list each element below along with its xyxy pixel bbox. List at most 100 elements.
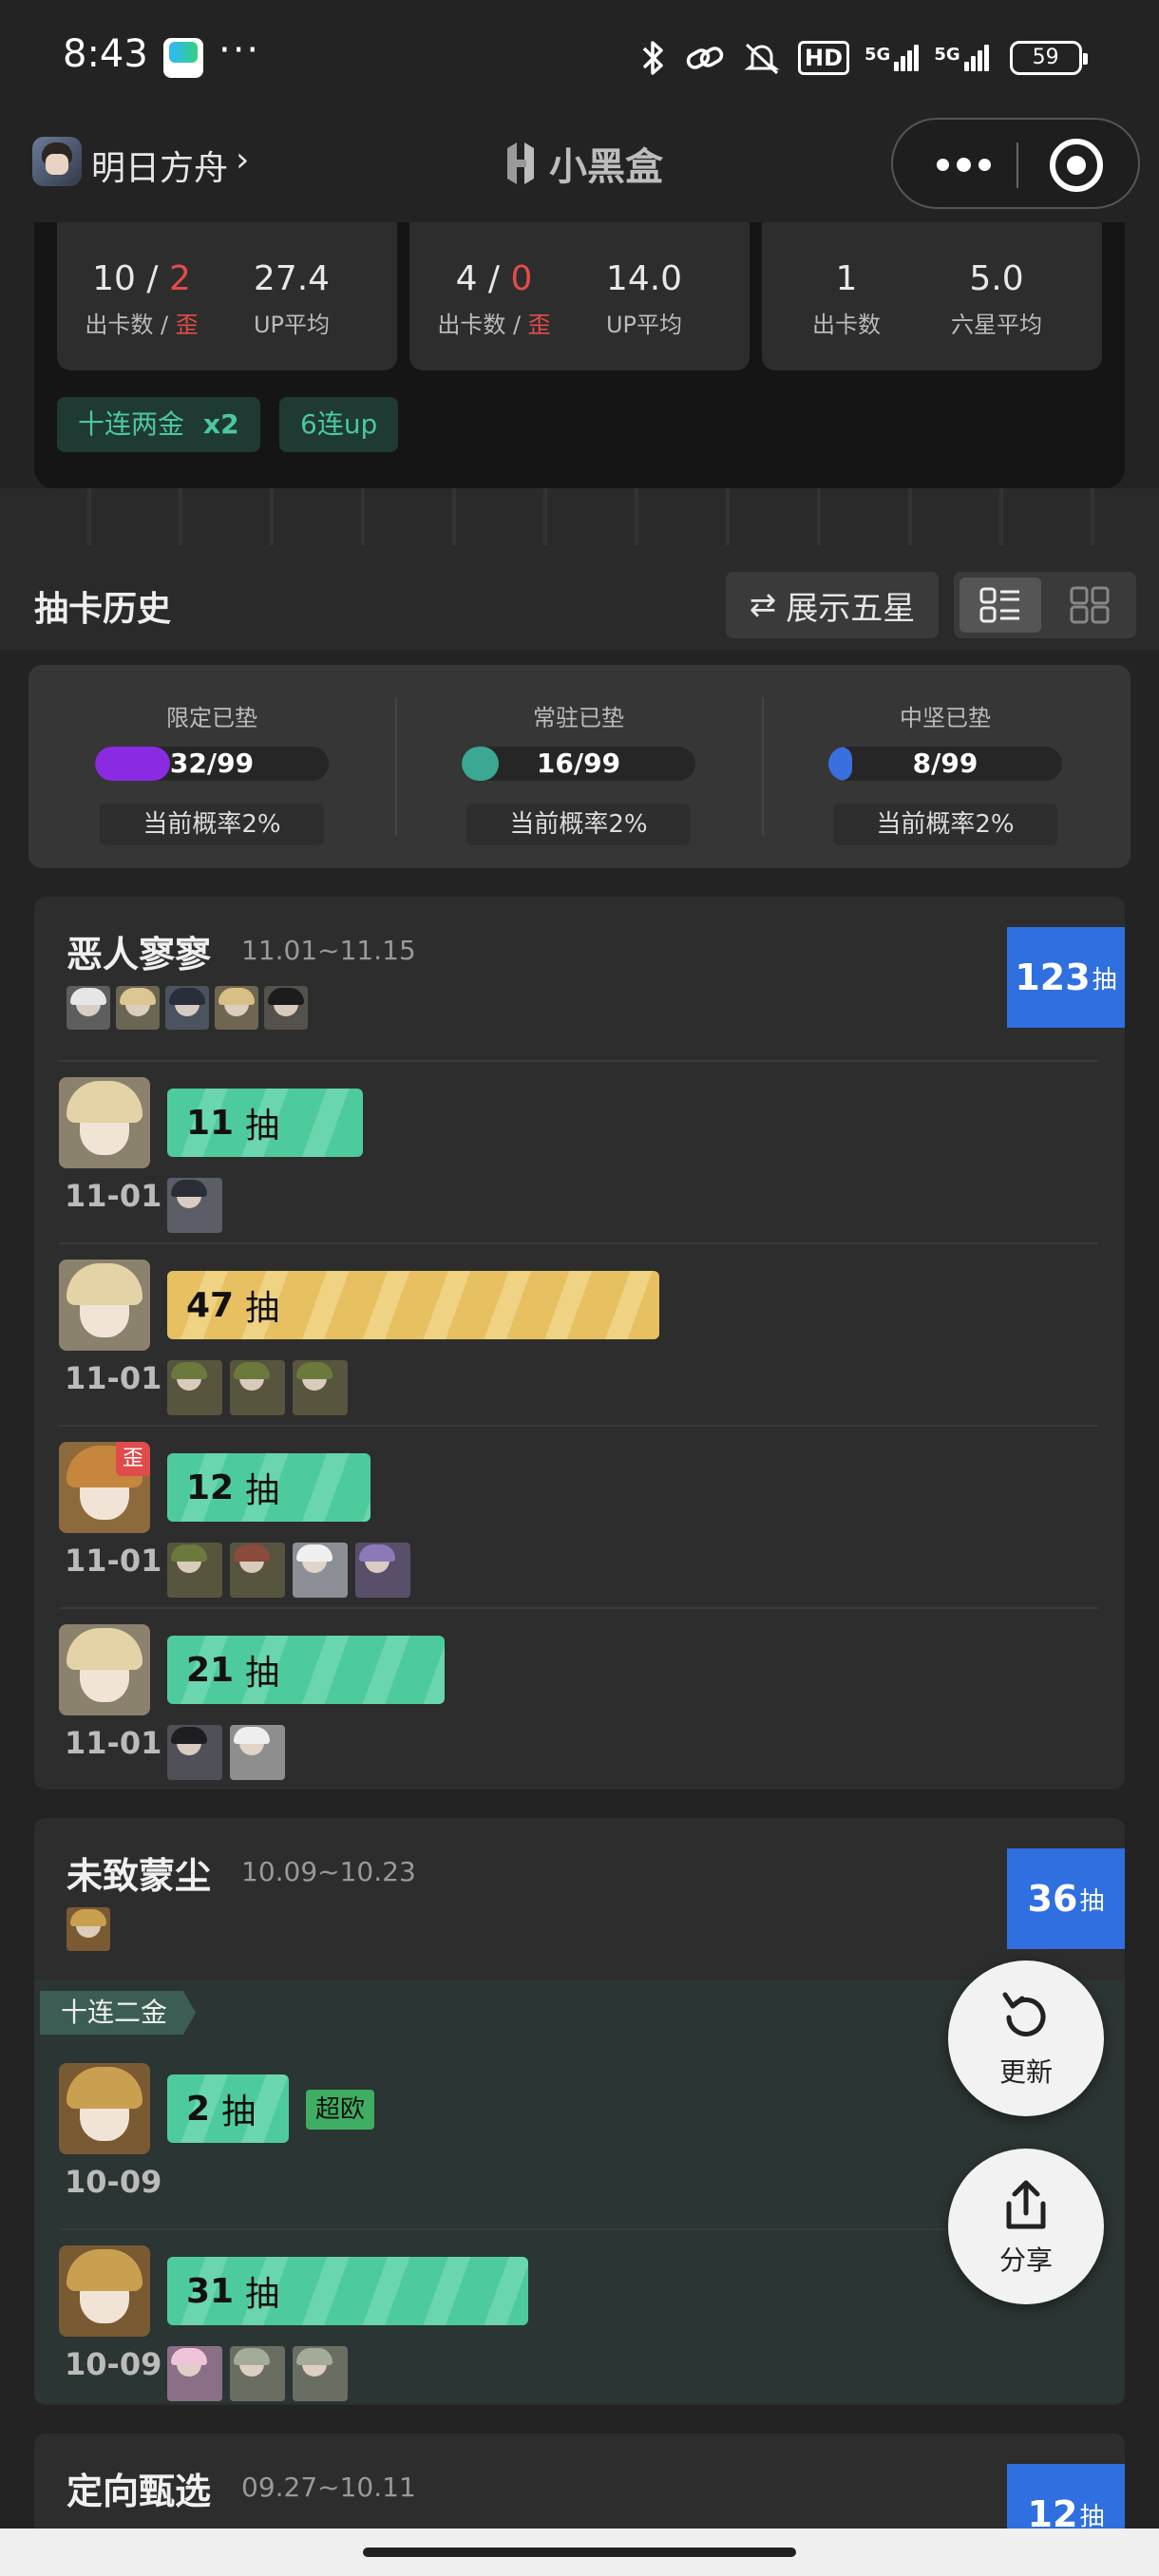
- pity-progress-bar: 32/99: [95, 747, 329, 781]
- operator-portrait: [59, 2245, 150, 2337]
- home-indicator-bar: [0, 2529, 1159, 2576]
- pull-count-bar: 12 抽: [167, 1453, 370, 1522]
- decorative-grid: [0, 488, 1159, 545]
- pull-date: 11-01: [65, 1543, 162, 1579]
- ten-pull-label: 十连二金: [40, 1991, 197, 2035]
- pull-row[interactable]: 11-01 47 抽: [34, 1242, 1125, 1425]
- stat-pulls: 1 出卡数: [812, 259, 881, 339]
- close-target-icon[interactable]: [1050, 139, 1103, 192]
- xiaoheihe-logo-icon: [507, 142, 534, 184]
- tag-ten-pull-double: 十连两金 x2: [57, 397, 260, 452]
- pity-progress-bar: 8/99: [828, 747, 1062, 781]
- pull-date: 10-09: [65, 2346, 162, 2382]
- banner-date: 10.09~10.23: [241, 1856, 416, 1887]
- history-title: 抽卡历史: [34, 590, 172, 629]
- show-five-star-button[interactable]: ⇄ 展示五星: [726, 572, 939, 638]
- banner-name: 定向甄选: [66, 2471, 212, 2512]
- pity-label: 中坚已垫: [900, 705, 991, 731]
- super-lucky-badge: 超欧: [306, 2090, 375, 2130]
- more-icon[interactable]: [927, 142, 999, 186]
- miniprogram-capsule: [891, 118, 1140, 209]
- banner-total-badge: 36 抽: [1007, 1848, 1125, 1949]
- capsule-divider: [1016, 142, 1018, 188]
- view-toggle: [954, 572, 1136, 638]
- share-icon: [1006, 2180, 1046, 2229]
- operator-avatar: [116, 986, 160, 1030]
- pull-count-bar: 11 抽: [167, 1089, 363, 1157]
- pull-date: 11-01: [65, 1360, 162, 1396]
- operator-avatar: [264, 986, 308, 1030]
- pull-row[interactable]: 歪 11-01 12 抽: [34, 1425, 1125, 1607]
- operator-avatar: [167, 1543, 222, 1598]
- refresh-icon: [1002, 1992, 1046, 2036]
- divider: [59, 1607, 1098, 1609]
- divider: [59, 2228, 1098, 2230]
- grid-view-button[interactable]: [1049, 578, 1130, 633]
- list-view-button[interactable]: [960, 578, 1041, 633]
- pull-row[interactable]: 11-01 11 抽: [34, 1060, 1125, 1242]
- operator-avatar: [293, 1360, 348, 1415]
- show-five-star-label: 展示五星: [786, 589, 916, 628]
- mute-icon: [744, 43, 780, 75]
- operator-portrait: [59, 2063, 150, 2154]
- operator-avatar: [230, 1543, 285, 1598]
- stat-average: 5.0 六星平均: [951, 259, 1042, 339]
- banner-operators: [66, 1907, 110, 1951]
- nav-bar: 明日方舟 › 小黑盒: [0, 114, 1159, 222]
- banner-name: 恶人寥寥: [66, 934, 212, 975]
- bluetooth-icon: [642, 41, 663, 75]
- pity-rate: 当前概率2%: [833, 804, 1057, 845]
- tag-six-up: 6连up: [279, 397, 399, 452]
- history-header: 抽卡历史 ⇄ 展示五星: [0, 488, 1159, 650]
- stat-card-limited: 10 / 2 出卡数 / 歪 27.4 UP平均: [57, 222, 397, 370]
- operator-avatar: [66, 1907, 110, 1951]
- divider: [59, 1242, 1098, 1244]
- refresh-button[interactable]: 更新: [948, 1960, 1104, 2116]
- pity-value: 16/99: [536, 748, 621, 779]
- pity-value: 8/99: [912, 748, 978, 779]
- operator-avatar: [230, 1360, 285, 1415]
- pull-count-bar: 21 抽: [167, 1636, 445, 1704]
- pull-items: [167, 1178, 222, 1233]
- banner-name: 未致蒙尘: [66, 1855, 212, 1897]
- operator-avatar: [167, 1178, 222, 1233]
- stat-average: 14.0 UP平均: [605, 259, 683, 339]
- stat-pulls: 4 / 0 出卡数 / 歪: [437, 259, 551, 339]
- pull-count-bar: 2抽: [167, 2074, 289, 2143]
- pity-core: 中坚已垫 8/99 当前概率2%: [762, 665, 1129, 868]
- operator-avatar: [293, 2346, 348, 2401]
- operator-avatar: [167, 2346, 222, 2401]
- pity-panel: 限定已垫 32/99 当前概率2% 常驻已垫 16/99 当前概率2% 中坚已垫…: [28, 665, 1130, 868]
- pull-count-bar: 31 抽: [167, 2257, 528, 2325]
- operator-portrait: [59, 1624, 150, 1715]
- grid-view-icon: [1070, 586, 1110, 624]
- more-notifications-icon: ···: [218, 28, 261, 72]
- operator-avatar: [167, 1360, 222, 1415]
- operator-avatar: [230, 2346, 285, 2401]
- swap-icon: ⇄: [749, 586, 777, 624]
- home-indicator: [363, 2548, 796, 2557]
- pull-row[interactable]: 11-01 21 抽: [34, 1607, 1125, 1790]
- divider: [59, 1425, 1098, 1427]
- summary-panel: 10 / 2 出卡数 / 歪 27.4 UP平均 4 / 0 出卡数 / 歪 1…: [34, 222, 1125, 488]
- stat-card-standard: 4 / 0 出卡数 / 歪 14.0 UP平均: [409, 222, 750, 370]
- banner-date: 09.27~10.11: [241, 2472, 416, 2503]
- app-title: 小黑盒: [549, 145, 663, 189]
- stat-pulls: 10 / 2 出卡数 / 歪: [85, 259, 199, 339]
- off-banner-badge: 歪: [116, 1442, 150, 1476]
- banner-card[interactable]: 未致蒙尘 10.09~10.23 36 抽 十连二金 10-09 2抽 超欧 10…: [34, 1818, 1125, 2405]
- operator-avatar: [293, 1543, 348, 1598]
- banner-card[interactable]: 恶人寥寥 11.01~11.15 123 抽 11-01 11 抽 11-01 47…: [34, 897, 1125, 1790]
- pity-value: 32/99: [169, 748, 255, 779]
- share-button[interactable]: 分享: [948, 2149, 1104, 2304]
- stat-card-core: 1 出卡数 5.0 六星平均: [762, 222, 1102, 370]
- banner-operators: [66, 986, 308, 1030]
- operator-portrait: [59, 1077, 150, 1168]
- pity-limited: 限定已垫 32/99 当前概率2%: [28, 665, 395, 868]
- refresh-label: 更新: [998, 2056, 1053, 2088]
- pity-rate: 当前概率2%: [466, 804, 691, 845]
- pity-standard: 常驻已垫 16/99 当前概率2%: [395, 665, 762, 868]
- pull-date: 11-01: [65, 1178, 162, 1214]
- pull-items: [167, 1360, 348, 1415]
- share-label: 分享: [998, 2245, 1053, 2276]
